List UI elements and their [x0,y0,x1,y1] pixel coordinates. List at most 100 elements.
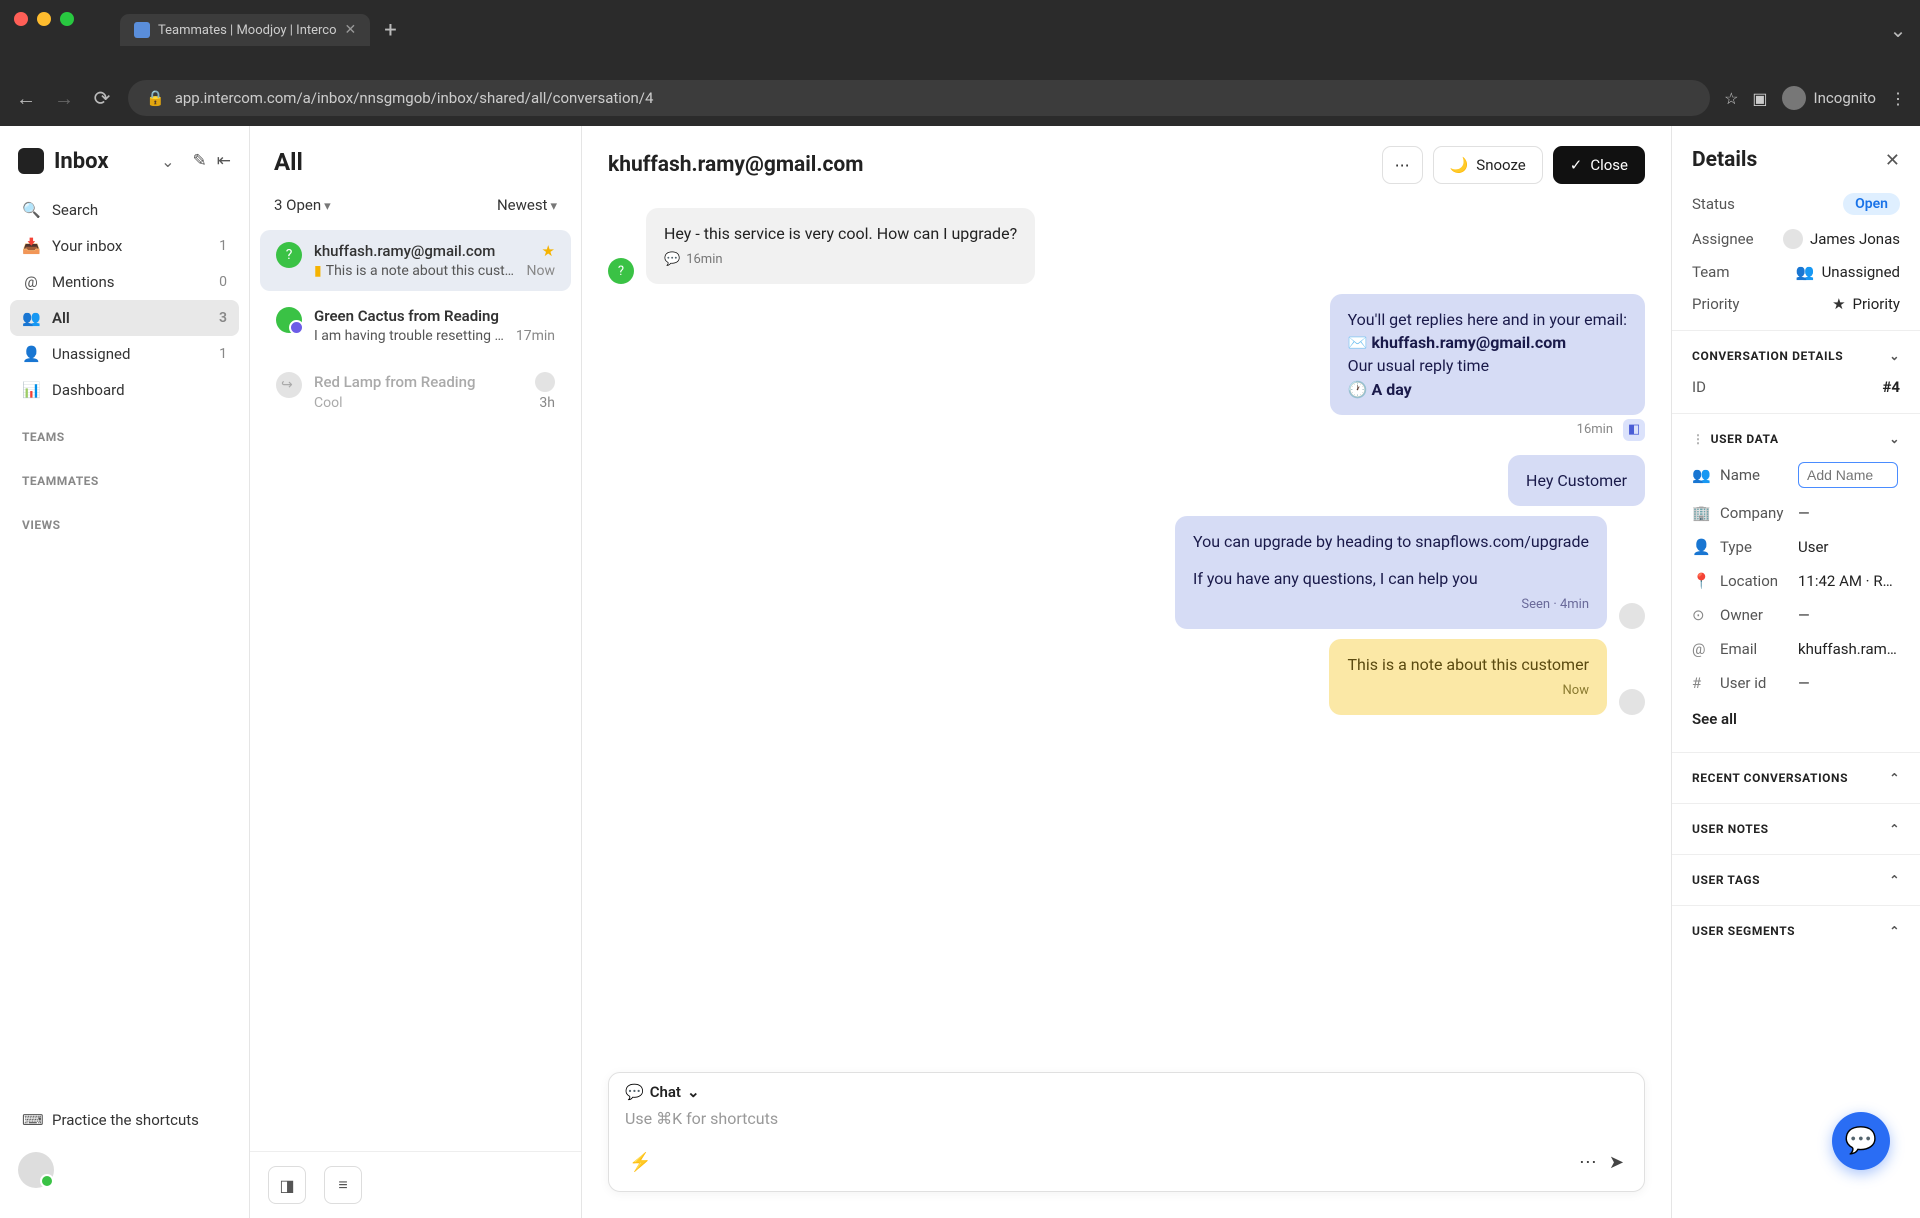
assignee-label: Assignee [1692,230,1776,248]
conversation-preview: Cool [314,395,531,411]
back-button[interactable]: ← [14,86,38,111]
intercom-logo-icon[interactable] [18,148,44,174]
section-user-segments[interactable]: USER SEGMENTS⌃ [1672,905,1920,946]
team-label: Team [1692,263,1776,281]
browser-menu-icon[interactable]: ⋮ [1890,89,1906,108]
sidebar-section-teams[interactable]: TEAMS [10,408,239,452]
owner-value[interactable]: — [1798,606,1900,624]
sidebar-item-all[interactable]: All 3 [10,300,239,336]
composer-input[interactable]: Use ⌘K for shortcuts [609,1101,1644,1140]
search-row[interactable]: Search [10,192,239,228]
tabs-dropdown-icon[interactable]: ⌄ [1886,18,1910,42]
conversation-name: Red Lamp from Reading [314,373,535,391]
close-tab-icon[interactable]: ✕ [345,22,357,38]
location-value[interactable]: 11:42 AM · Rea… [1798,572,1900,590]
grip-icon[interactable] [1692,432,1705,446]
section-conversation-details[interactable]: CONVERSATION DETAILS⌄ [1672,330,1920,371]
assignee-avatar-icon [535,372,555,392]
sidebar-item-count: 0 [219,274,227,290]
extensions-icon[interactable]: ▣ [1752,89,1767,108]
more-icon [1395,156,1410,174]
practice-shortcuts[interactable]: Practice the shortcuts [10,1102,239,1138]
owner-label: Owner [1720,606,1788,624]
incognito-icon [1782,86,1806,110]
composer: Chat ⌄ Use ⌘K for shortcuts [608,1072,1645,1192]
conversation-header: khuffash.ramy@gmail.com Snooze Close [582,126,1671,204]
close-details-icon[interactable]: ✕ [1885,150,1900,171]
list-title: All [274,148,557,176]
at-icon [22,273,40,291]
priority-value[interactable]: Priority [1776,295,1900,313]
avatar-initial: ? [286,247,293,263]
macros-icon[interactable] [623,1146,657,1179]
bookmark-icon[interactable]: ☆ [1724,89,1738,108]
id-value: #4 [1883,378,1901,396]
name-input[interactable] [1798,462,1898,488]
conversation-item[interactable]: Green Cactus from Reading I am having tr… [260,295,571,356]
status-badge[interactable]: Open [1843,193,1900,215]
incognito-indicator[interactable]: Incognito [1782,86,1876,110]
assignee-avatar-icon [1783,229,1803,249]
message-scroll[interactable]: ? Hey - this service is very cool. How c… [582,204,1671,1072]
team-value[interactable]: Unassigned [1776,263,1900,281]
assignee-value[interactable]: James Jonas [1776,229,1900,249]
userid-label: User id [1720,674,1788,692]
conversation-time: 17min [516,328,555,344]
more-actions-button[interactable] [1382,146,1423,184]
conversation-item[interactable]: ? khuffash.ramy@gmail.com ▮This is a not… [260,230,571,291]
sidebar-section-views[interactable]: VIEWS [10,496,239,540]
browser-tab[interactable]: Teammates | Moodjoy | Interco ✕ [120,14,370,46]
new-tab-button[interactable]: + [370,18,410,43]
conversation-item[interactable]: ↩ Red Lamp from Reading Cool3h [260,360,571,423]
list-view-button[interactable]: ≡ [324,1166,362,1204]
type-value[interactable]: User [1798,538,1900,556]
card-view-button[interactable]: ◨ [268,1166,306,1204]
check-icon [1570,156,1583,174]
user-icon [22,345,40,363]
sidebar-item-your-inbox[interactable]: Your inbox 1 [10,228,239,264]
browser-chrome: Teammates | Moodjoy | Interco ✕ + ⌄ ← → … [0,0,1920,126]
chevron-down-icon[interactable]: ⌄ [161,152,174,171]
sidebar-item-dashboard[interactable]: Dashboard [10,372,239,408]
see-all-button[interactable]: See all [1672,700,1920,742]
section-user-tags[interactable]: USER TAGS⌃ [1672,854,1920,895]
section-user-notes[interactable]: USER NOTES⌃ [1672,803,1920,844]
assignee-name: James Jonas [1810,230,1900,248]
message-text: Hey - this service is very cool. How can… [664,222,1017,245]
chevron-up-icon: ⌃ [1889,924,1900,938]
avatar-icon [276,307,302,333]
sidebar-item-mentions[interactable]: Mentions 0 [10,264,239,300]
conversation-time: Now [527,263,556,279]
note-text: This is a note about this customer [1347,653,1589,676]
section-recent-conversations[interactable]: RECENT CONVERSATIONS⌃ [1672,752,1920,793]
compose-icon[interactable] [193,151,207,171]
snooze-button[interactable]: Snooze [1433,146,1543,184]
open-filter-label: 3 Open [274,196,321,214]
forward-button[interactable]: → [52,86,76,111]
composer-mode-selector[interactable]: Chat ⌄ [625,1083,700,1101]
email-value[interactable]: khuffash.ramy… [1798,640,1900,658]
chevron-down-icon: ⌄ [1889,432,1900,446]
sidebar-item-unassigned[interactable]: Unassigned 1 [10,336,239,372]
sidebar-section-teammates[interactable]: TEAMMATES [10,452,239,496]
note-indicator-icon: ▮ [314,263,322,279]
messenger-fab[interactable] [1832,1112,1890,1170]
company-value[interactable]: — [1798,504,1900,522]
sort-filter[interactable]: Newest▾ [497,196,557,214]
reload-button[interactable]: ⟳ [90,86,114,110]
collapse-sidebar-icon[interactable] [217,151,231,171]
current-user-avatar[interactable] [18,1152,54,1188]
composer-more-icon[interactable] [1573,1146,1603,1179]
id-icon [1692,674,1710,692]
section-user-data[interactable]: USER DATA⌄ [1672,413,1920,454]
close-button[interactable]: Close [1553,146,1645,184]
incognito-label: Incognito [1814,89,1876,107]
userid-value[interactable]: — [1798,674,1900,692]
conversation-time: 3h [539,395,555,411]
send-icon[interactable] [1603,1146,1630,1179]
sidebar-header: Inbox ⌄ [10,142,239,192]
message-bubble: You'll get replies here and in your emai… [1330,294,1645,415]
lock-icon: 🔒 [146,89,165,107]
open-filter[interactable]: 3 Open▾ [274,196,331,214]
address-bar[interactable]: 🔒 app.intercom.com/a/inbox/nnsgmgob/inbo… [128,80,1710,116]
